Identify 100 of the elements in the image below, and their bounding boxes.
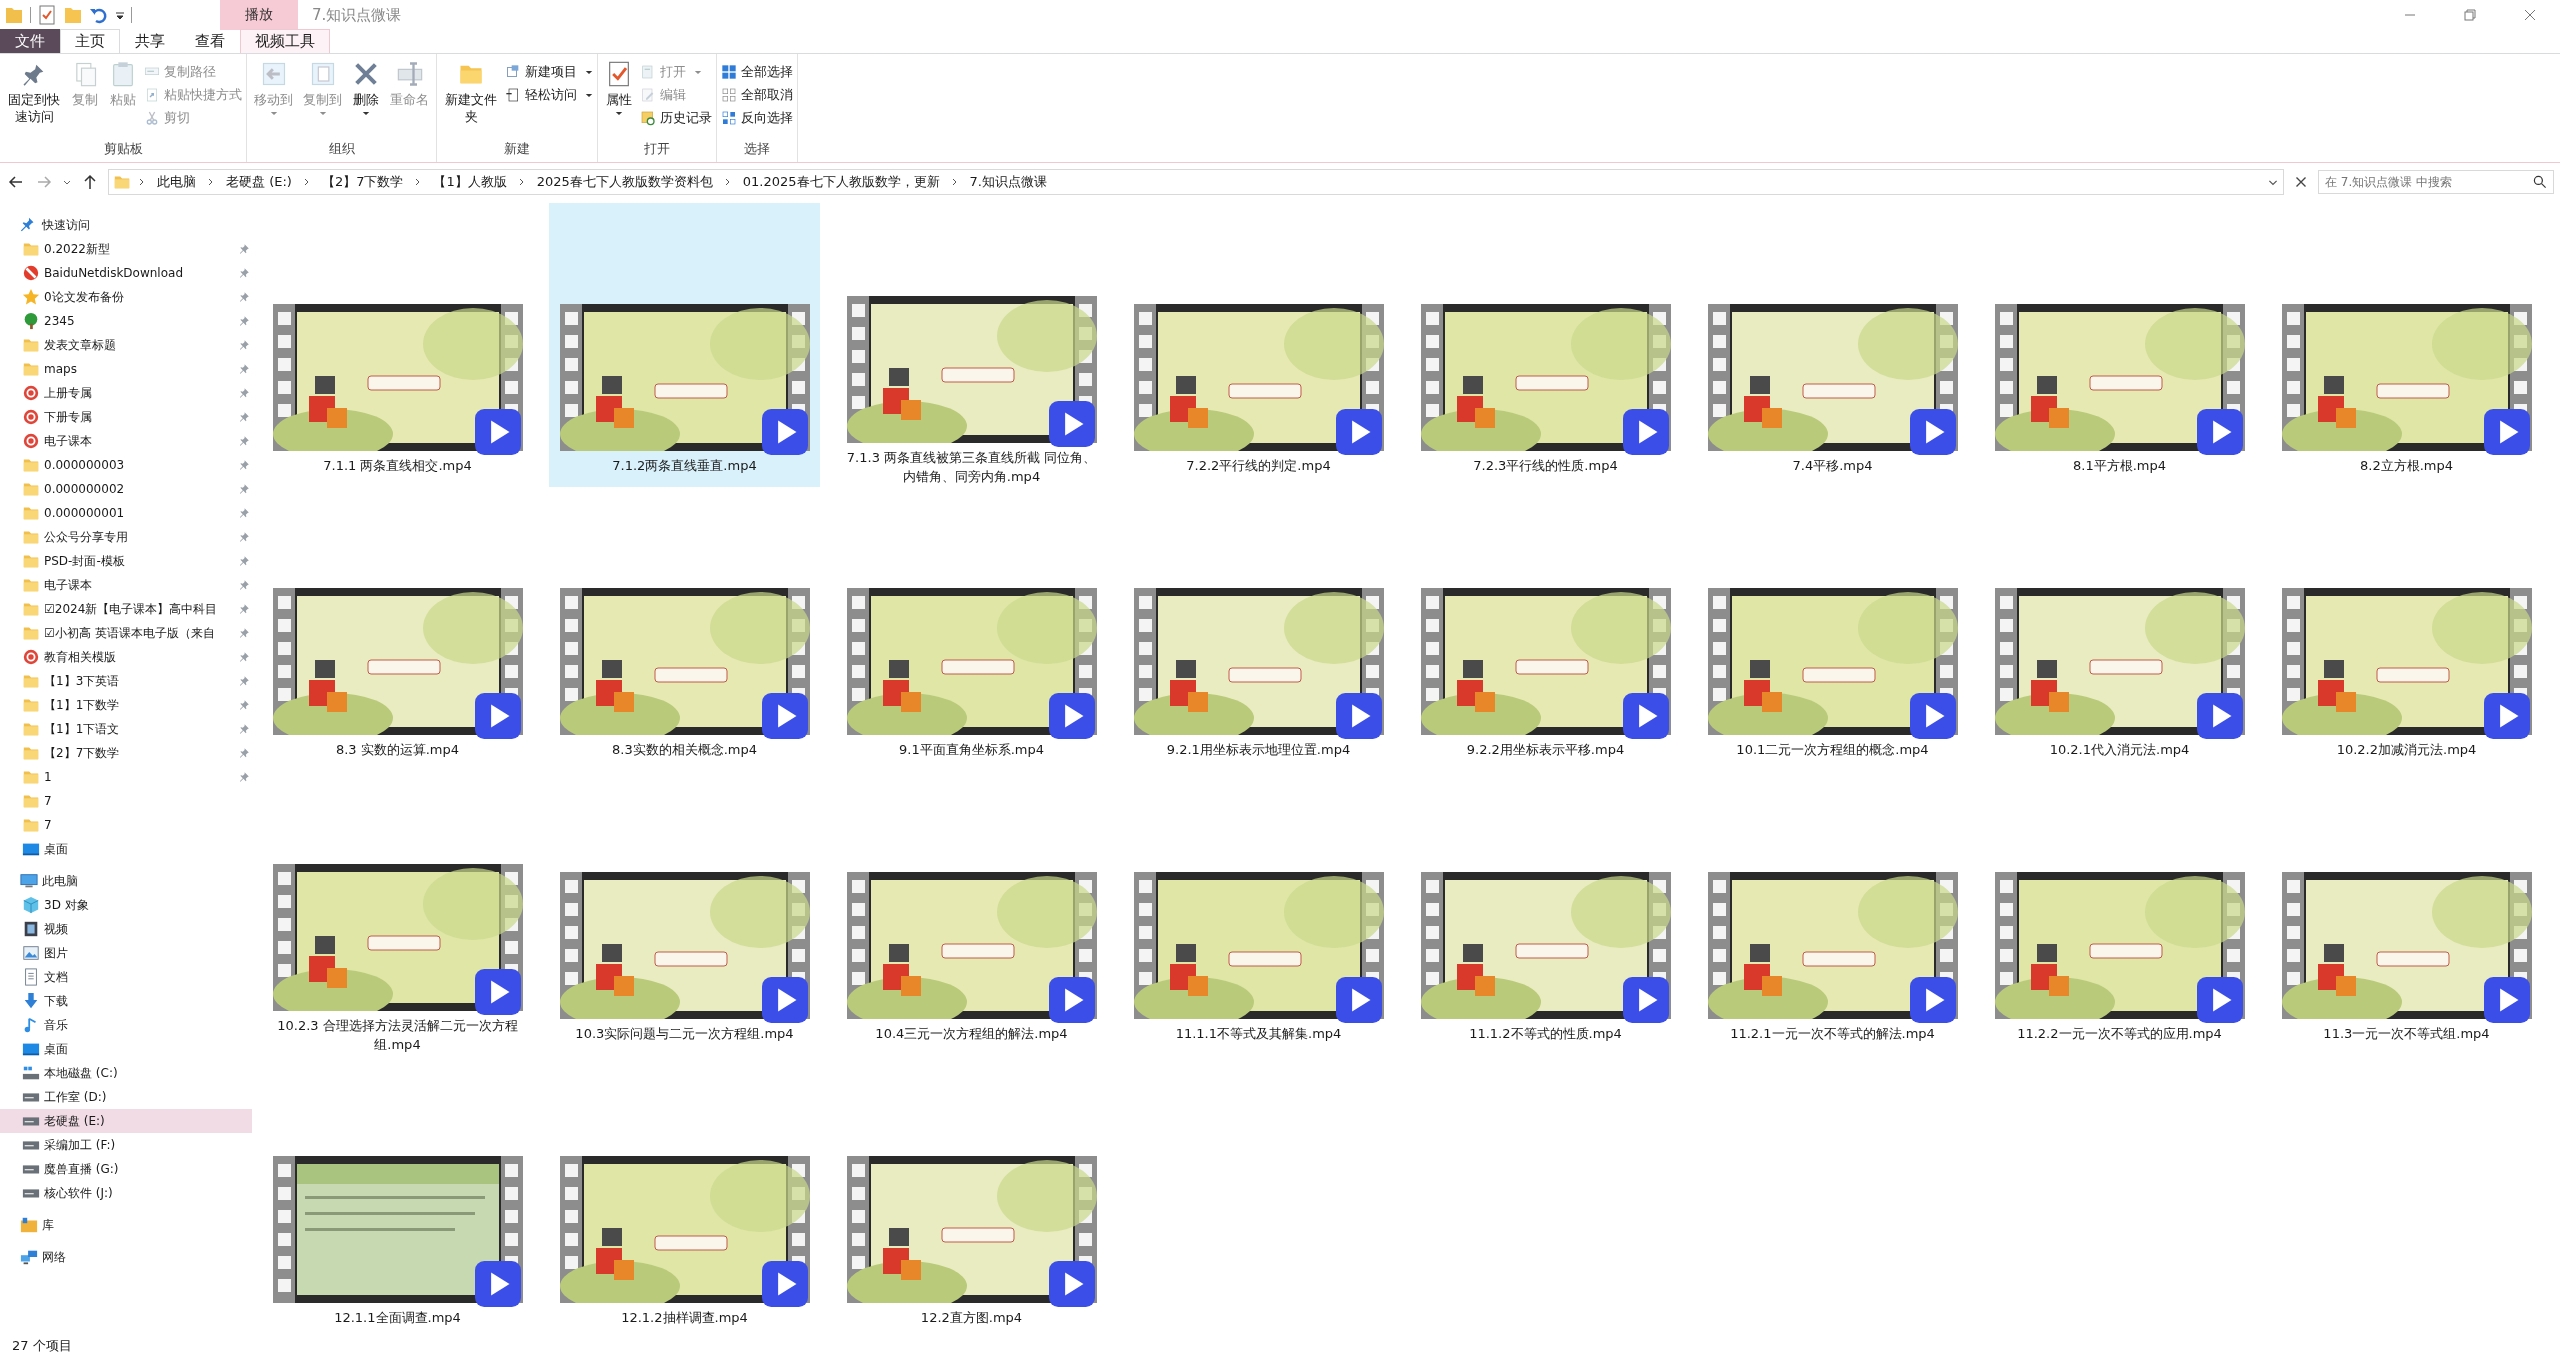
nav-item[interactable]: ☑小初高 英语课本电子版（来自 (0, 621, 252, 645)
file-item[interactable]: 7.4平移.mp4 (1697, 203, 1968, 487)
nav-item[interactable]: 0.000000003 (0, 453, 252, 477)
pin-icon[interactable] (238, 483, 250, 495)
pin-icon[interactable] (238, 627, 250, 639)
pin-icon[interactable] (238, 531, 250, 543)
nav-item[interactable]: 老硬盘 (E:) (0, 1109, 252, 1133)
nav-item[interactable]: 图片 (0, 941, 252, 965)
nav-item[interactable]: 音乐 (0, 1013, 252, 1037)
ribbon-button[interactable]: 删除 (349, 58, 383, 138)
file-item[interactable]: 8.1平方根.mp4 (1984, 203, 2255, 487)
file-item[interactable]: 7.1.1 两条直线相交.mp4 (262, 203, 533, 487)
pin-icon[interactable] (238, 291, 250, 303)
ribbon-button[interactable]: 新建文件夹 (441, 58, 501, 138)
nav-item[interactable]: 3D 对象 (0, 893, 252, 917)
nav-item[interactable]: 上册专属 (0, 381, 252, 405)
nav-item[interactable]: 本地磁盘 (C:) (0, 1061, 252, 1085)
nav-item[interactable]: 教育相关模版 (0, 645, 252, 669)
pin-icon[interactable] (238, 507, 250, 519)
pin-icon[interactable] (238, 723, 250, 735)
nav-item[interactable]: 0.000000002 (0, 477, 252, 501)
breadcrumb[interactable]: 01.2025春七下人教版数学，更新 (738, 173, 944, 191)
ribbon-tab[interactable]: 文件 (0, 29, 60, 53)
file-item[interactable]: 12.1.1全面调查.mp4 (262, 1055, 533, 1339)
nav-item[interactable]: 工作室 (D:) (0, 1085, 252, 1109)
pin-icon[interactable] (238, 651, 250, 663)
pin-icon[interactable] (238, 579, 250, 591)
file-item[interactable]: 10.1二元一次方程组的概念.mp4 (1697, 487, 1968, 771)
nav-item[interactable]: 核心软件 (J:) (0, 1181, 252, 1205)
pin-icon[interactable] (238, 243, 250, 255)
nav-item[interactable]: 电子课本 (0, 573, 252, 597)
nav-item[interactable]: 电子课本 (0, 429, 252, 453)
breadcrumb[interactable]: 【2】7下数学 (317, 173, 408, 191)
ribbon-tab[interactable]: 共享 (120, 29, 180, 53)
nav-item[interactable]: 下载 (0, 989, 252, 1013)
file-item[interactable]: 10.2.3 合理选择方法灵活解二元一次方程组.mp4 (262, 771, 533, 1055)
nav-item[interactable]: 7 (0, 789, 252, 813)
nav-item[interactable]: 【1】1下语文 (0, 717, 252, 741)
breadcrumb[interactable]: 老硬盘 (E:) (222, 173, 296, 191)
nav-item[interactable]: 采编加工 (F:) (0, 1133, 252, 1157)
nav-item[interactable]: 文档 (0, 965, 252, 989)
pin-icon[interactable] (238, 603, 250, 615)
file-item[interactable]: 11.3一元一次不等式组.mp4 (2271, 771, 2542, 1055)
nav-item[interactable]: 桌面 (0, 1037, 252, 1061)
breadcrumb[interactable]: 此电脑 (153, 173, 200, 191)
file-item[interactable]: 11.2.1一元一次不等式的解法.mp4 (1697, 771, 1968, 1055)
pin-icon[interactable] (238, 387, 250, 399)
file-item[interactable]: 7.1.2两条直线垂直.mp4 (549, 203, 820, 487)
folder-icon[interactable] (4, 5, 24, 25)
nav-item[interactable]: 0.000000001 (0, 501, 252, 525)
file-item[interactable]: 7.2.2平行线的判定.mp4 (1123, 203, 1394, 487)
ribbon-tab[interactable]: 主页 (60, 29, 120, 54)
nav-item[interactable]: BaiduNetdiskDownload (0, 261, 252, 285)
pin-icon[interactable] (238, 771, 250, 783)
file-item[interactable]: 10.2.1代入消元法.mp4 (1984, 487, 2255, 771)
nav-item[interactable]: 【1】1下数学 (0, 693, 252, 717)
ribbon-button[interactable]: 历史记录 (640, 108, 712, 128)
nav-item[interactable]: maps (0, 357, 252, 381)
nav-item[interactable]: 发表文章标题 (0, 333, 252, 357)
checkmark-document-icon[interactable] (37, 5, 57, 25)
ribbon-button[interactable]: 轻松访问 (505, 85, 593, 105)
breadcrumb[interactable]: 7.知识点微课 (965, 173, 1051, 191)
breadcrumb[interactable]: 2025春七下人教版数学资料包 (532, 173, 717, 191)
ribbon-button[interactable]: 全部取消 (721, 85, 793, 105)
ribbon-button[interactable]: 反向选择 (721, 108, 793, 128)
nav-item[interactable]: 魔兽直播 (G:) (0, 1157, 252, 1181)
nav-item[interactable]: 2345 (0, 309, 252, 333)
file-item[interactable]: 11.1.1不等式及其解集.mp4 (1123, 771, 1394, 1055)
nav-item[interactable]: PSD-封面-模板 (0, 549, 252, 573)
nav-item[interactable]: 公众号分享专用 (0, 525, 252, 549)
file-item[interactable]: 9.2.2用坐标表示平移.mp4 (1410, 487, 1681, 771)
nav-item[interactable]: 下册专属 (0, 405, 252, 429)
address-bar[interactable]: 此电脑 老硬盘 (E:) 【2】7下数学 【1】人教版 2025春七下人教版数学资料包 01.2025春七下人教版数学，更新 7.知识点微课 (108, 169, 2284, 195)
nav-item[interactable]: 桌面 (0, 837, 252, 861)
file-item[interactable]: 10.2.2加减消元法.mp4 (2271, 487, 2542, 771)
pin-icon[interactable] (238, 699, 250, 711)
ribbon-button[interactable]: 新建项目 (505, 62, 593, 82)
pin-icon[interactable] (238, 675, 250, 687)
file-item[interactable]: 12.1.2抽样调查.mp4 (549, 1055, 820, 1339)
nav-item[interactable]: 网络 (0, 1245, 252, 1269)
ribbon-tab[interactable]: 视频工具 (240, 29, 330, 53)
file-item[interactable]: 9.2.1用坐标表示地理位置.mp4 (1123, 487, 1394, 771)
pin-icon[interactable] (238, 555, 250, 567)
file-item[interactable]: 8.2立方根.mp4 (2271, 203, 2542, 487)
nav-item[interactable]: 此电脑 (0, 869, 252, 893)
pin-icon[interactable] (238, 435, 250, 447)
pin-icon[interactable] (238, 363, 250, 375)
nav-item[interactable]: 0论文发布备份 (0, 285, 252, 309)
ribbon-button[interactable]: 属性 (602, 58, 636, 138)
ribbon-button[interactable]: 全部选择 (721, 62, 793, 82)
folder-icon[interactable] (63, 5, 83, 25)
nav-item[interactable]: 1 (0, 765, 252, 789)
pin-icon[interactable] (238, 339, 250, 351)
file-item[interactable]: 8.3 实数的运算.mp4 (262, 487, 533, 771)
pin-icon[interactable] (238, 267, 250, 279)
ribbon-button[interactable]: 固定到快速访问 (4, 58, 64, 138)
pin-icon[interactable] (238, 459, 250, 471)
nav-item[interactable]: 7 (0, 813, 252, 837)
search-field[interactable]: 在 7.知识点微课 中搜索 (2318, 170, 2554, 194)
file-item[interactable]: 8.3实数的相关概念.mp4 (549, 487, 820, 771)
